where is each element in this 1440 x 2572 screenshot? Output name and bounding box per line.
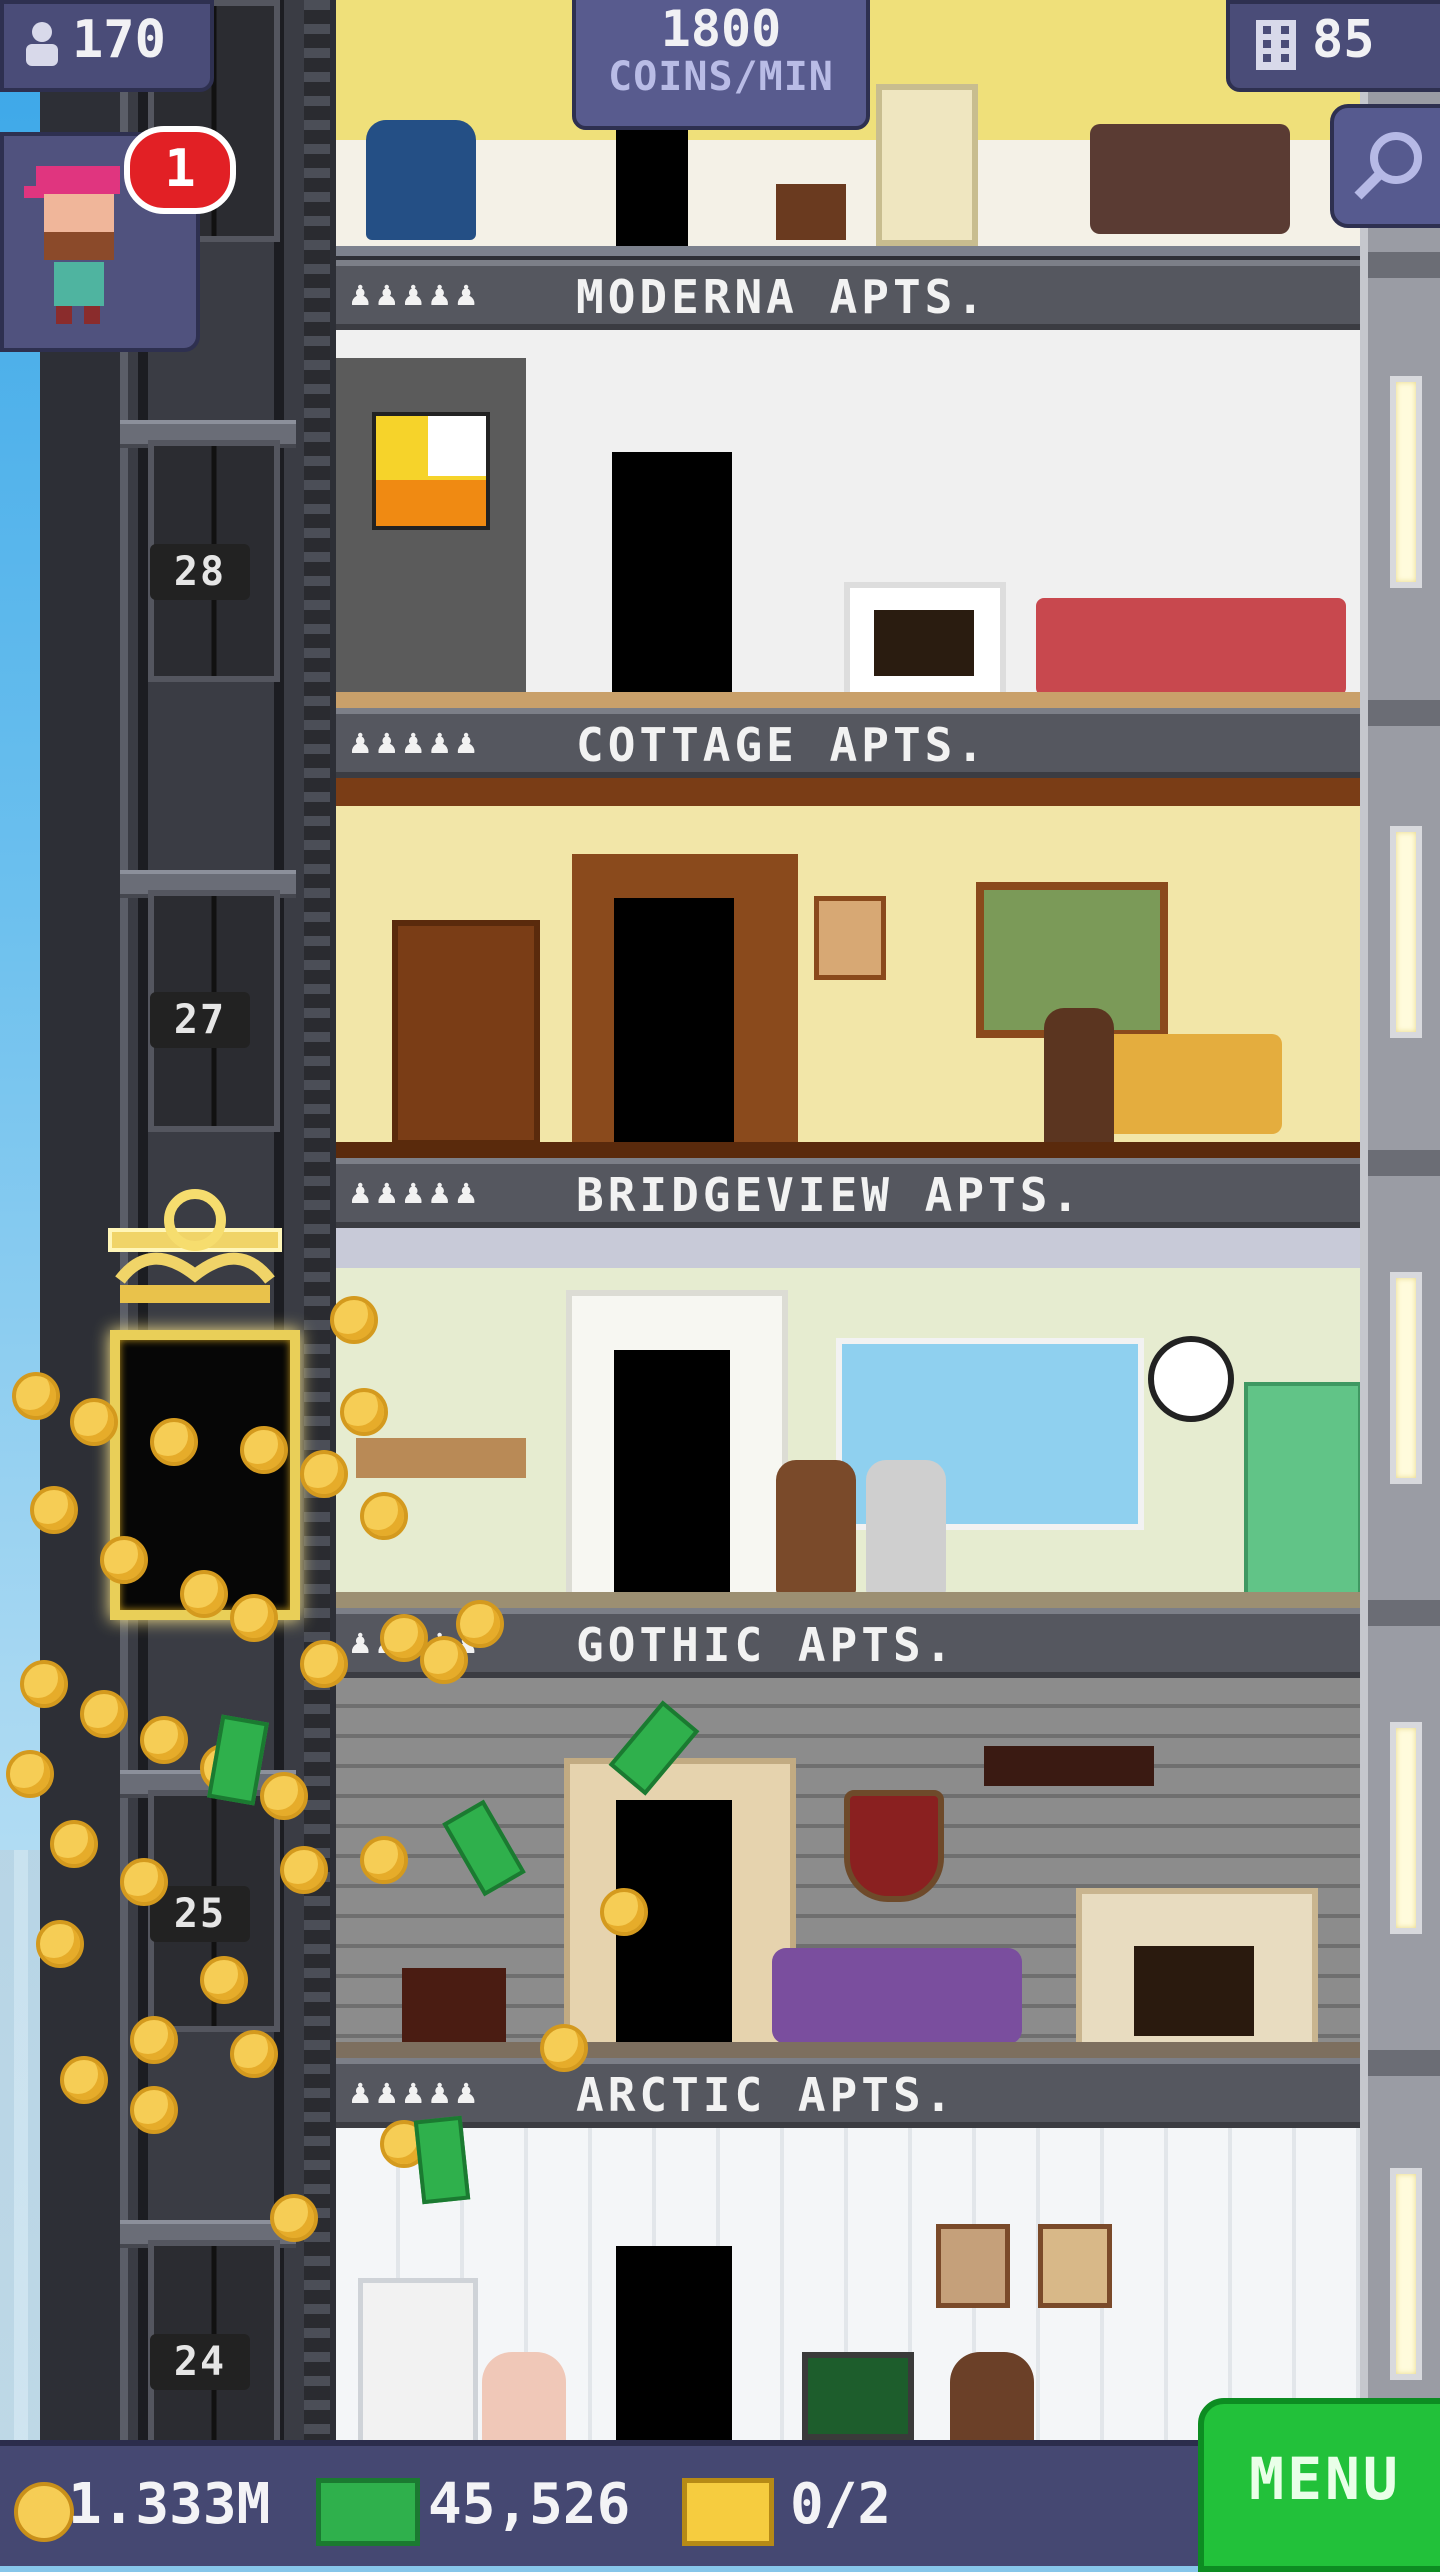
- wall-segment: [1368, 1600, 1440, 1626]
- wall-segment: [1368, 2050, 1440, 2076]
- sofa: [772, 1948, 1022, 2044]
- floor-door[interactable]: [616, 2246, 732, 2440]
- fireplace: [1076, 1888, 1318, 2058]
- floor-door[interactable]: [614, 1350, 730, 1598]
- exterior-window: [1390, 2168, 1422, 2380]
- resident[interactable]: [776, 1460, 856, 1594]
- wall-art: [372, 412, 490, 530]
- building-icon: [1256, 20, 1296, 70]
- vip-value: 0/2: [790, 2472, 892, 2537]
- tv: [802, 2352, 914, 2440]
- elevator-floor-number: 27: [150, 992, 250, 1048]
- armchair: [366, 120, 476, 240]
- resident[interactable]: [950, 2352, 1034, 2440]
- shield-icon: [844, 1790, 944, 1902]
- menu-button[interactable]: MENU: [1198, 2398, 1440, 2572]
- sofa: [1090, 124, 1290, 234]
- picture-frame: [814, 896, 886, 980]
- exterior-window: [1390, 1722, 1422, 1934]
- coins-value: 1.333M: [68, 2472, 271, 2537]
- coins-per-minute-panel: 1800 COINS/MIN: [572, 0, 870, 130]
- bookshelf: [392, 920, 540, 1146]
- exterior-window: [1390, 1272, 1422, 1484]
- floor-label[interactable]: ♟♟♟♟♟ ARCTIC APTS.: [336, 2058, 1360, 2128]
- elevator-cable: [304, 0, 330, 2440]
- clock-icon: [1148, 1336, 1234, 1422]
- elevator-floor-number: 28: [150, 544, 250, 600]
- floor-arctic[interactable]: [336, 2128, 1360, 2440]
- floor-door[interactable]: [612, 452, 732, 700]
- notification-badge: 1: [124, 126, 236, 214]
- floor-label[interactable]: ♟♟♟♟♟ MODERNA APTS.: [336, 260, 1360, 330]
- coins-per-minute-value: 1800: [660, 0, 782, 58]
- bux-icon: [316, 2478, 420, 2546]
- picture-frame: [936, 2224, 1010, 2308]
- fridge: [1244, 1382, 1360, 1600]
- coins-per-minute-label: COINS/MIN: [608, 54, 834, 100]
- fireplace: [844, 582, 1006, 708]
- floor-name: GOTHIC APTS.: [576, 1618, 957, 1672]
- wall-segment: [1368, 700, 1440, 726]
- arcade-machine: [876, 84, 978, 246]
- visitor-avatar-icon: [24, 166, 120, 324]
- floor-door[interactable]: [614, 898, 734, 1148]
- floor-count-value: 85: [1312, 10, 1375, 70]
- zoom-button[interactable]: [1330, 104, 1440, 228]
- floor-door[interactable]: [616, 124, 688, 248]
- magnifier-icon: [1354, 132, 1422, 200]
- floor-label[interactable]: ♟♟♟♟♟ COTTAGE APTS.: [336, 708, 1360, 778]
- sofa: [1036, 598, 1346, 696]
- bux-value: 45,526: [428, 2472, 631, 2537]
- wall-segment: [1368, 1150, 1440, 1176]
- resident-slots: ♟♟♟♟♟: [350, 2072, 483, 2112]
- floor-cottage[interactable]: [336, 778, 1360, 1158]
- floor-label[interactable]: ♟♟♟♟♟ BRIDGEVIEW APTS.: [336, 1158, 1360, 1228]
- resident[interactable]: [482, 2352, 566, 2440]
- picture-frame: [1038, 2224, 1112, 2308]
- population-counter[interactable]: 170: [0, 0, 214, 92]
- side-table: [776, 184, 846, 240]
- resident-slots: ♟♟♟♟♟: [350, 722, 483, 762]
- exterior-window: [1390, 376, 1422, 588]
- elevator-floor-number: 24: [150, 2334, 250, 2390]
- dining-table: [356, 1438, 526, 1478]
- fridge: [358, 2278, 478, 2440]
- exterior-window: [1390, 826, 1422, 1038]
- coin-icon: [14, 2482, 74, 2542]
- floor-name: ARCTIC APTS.: [576, 2068, 957, 2122]
- floor-name: MODERNA APTS.: [576, 270, 989, 324]
- floor-counter[interactable]: 85: [1226, 0, 1440, 92]
- floor-name: BRIDGEVIEW APTS.: [576, 1168, 1084, 1222]
- wall-segment: [1368, 252, 1440, 278]
- elevator-crown-icon: [108, 1189, 282, 1303]
- floor-name: COTTAGE APTS.: [576, 718, 989, 772]
- resident[interactable]: [866, 1460, 946, 1594]
- chandelier: [984, 1746, 1154, 1786]
- resident[interactable]: [1044, 1008, 1114, 1148]
- side-table: [402, 1968, 506, 2044]
- floor-bridgeview[interactable]: [336, 1228, 1360, 1608]
- floor-moderna[interactable]: [336, 330, 1360, 708]
- resident-slots: ♟♟♟♟♟: [350, 1172, 483, 1212]
- resident-slots: ♟♟♟♟♟: [350, 274, 483, 314]
- population-value: 170: [72, 10, 166, 70]
- vip-ticket-icon: [682, 2478, 774, 2546]
- elevator-floor-number: 25: [150, 1886, 250, 1942]
- person-icon: [26, 22, 58, 66]
